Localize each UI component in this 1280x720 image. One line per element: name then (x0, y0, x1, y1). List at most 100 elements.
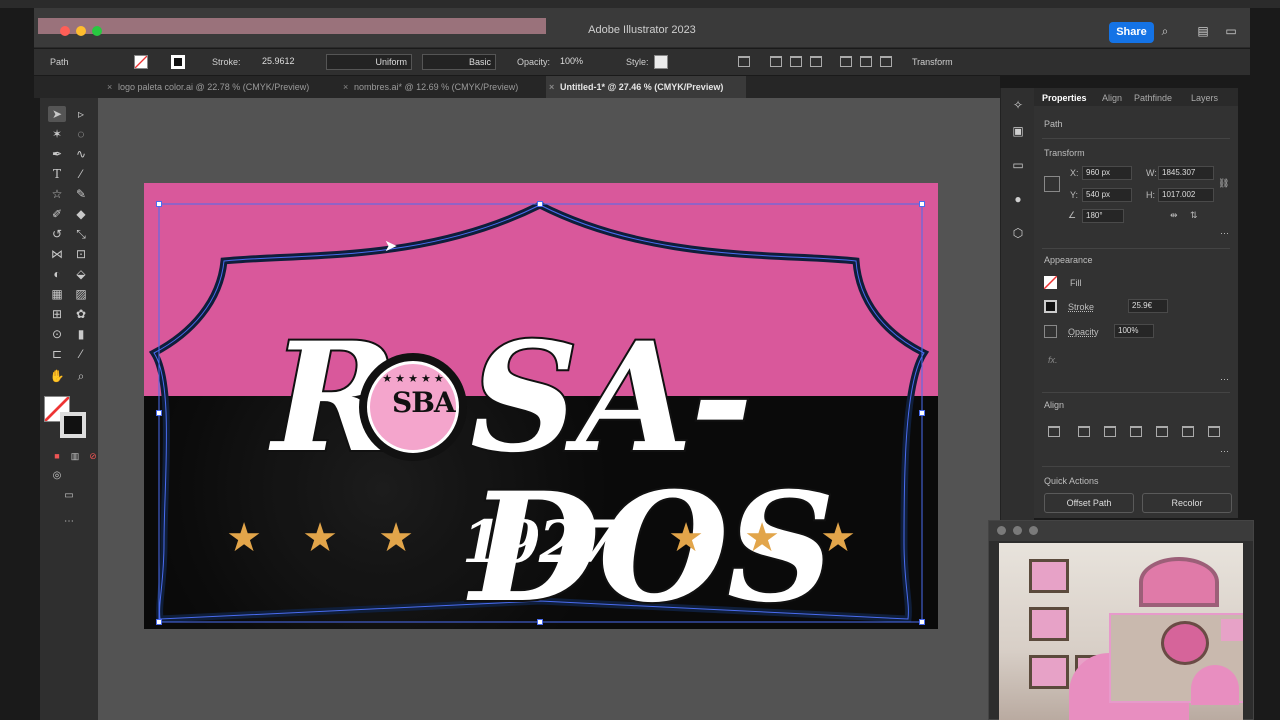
resize-handle[interactable] (919, 201, 925, 207)
tab-logo-paleta[interactable]: × logo paleta color.ai @ 22.78 % (CMYK/Pr… (104, 76, 338, 98)
brush-definition-select[interactable]: Basic (422, 54, 496, 70)
opacity-input[interactable]: 100% (1114, 324, 1154, 338)
color-mode-icon[interactable]: ■ (48, 448, 66, 464)
star-tool-icon[interactable]: ☆ (48, 186, 66, 202)
free-transform-tool-icon[interactable]: ⊡ (72, 246, 90, 262)
flip-horizontal-icon[interactable]: ⇹ (1170, 210, 1178, 221)
perspective-grid-tool-icon[interactable]: ▦ (48, 286, 66, 302)
align-center-icon[interactable] (790, 56, 802, 67)
resize-handle[interactable] (919, 619, 925, 625)
line-tool-icon[interactable]: ⁄ (72, 166, 90, 182)
appearance-fill-swatch[interactable] (1044, 276, 1057, 289)
search-icon[interactable]: ⌕ (1158, 24, 1172, 38)
variable-width-profile-select[interactable]: Uniform (326, 54, 412, 70)
stroke-weight-field[interactable]: 25.9612 (258, 54, 320, 70)
angle-field[interactable]: 180° (1082, 209, 1124, 223)
webcam-zoom-button[interactable] (1029, 526, 1038, 535)
tab-untitled-1[interactable]: × Untitled-1* @ 27.46 % (CMYK/Preview) (546, 76, 746, 98)
color-panel-icon[interactable]: ● (1011, 192, 1025, 206)
gradient-tool-icon[interactable]: ▨ (72, 286, 90, 302)
stroke-panel-link[interactable]: Stroke (1068, 302, 1094, 312)
artboard[interactable]: R ★ ★ ★ ★ ★ SBA SA-DOS ★ ★ ★ 1927 ★ ★ ★ (144, 183, 938, 629)
selection-tool-icon[interactable]: ➤ (48, 106, 66, 122)
share-button[interactable]: Share (1109, 22, 1154, 43)
tab-properties[interactable]: Properties (1042, 93, 1087, 103)
more-options-icon[interactable]: ⋯ (1220, 446, 1229, 457)
align-to-icon[interactable] (738, 56, 750, 67)
stroke-swatch[interactable] (171, 55, 185, 69)
graphic-style-swatch[interactable] (654, 55, 668, 69)
width-tool-icon[interactable]: ⋈ (48, 246, 66, 262)
scale-tool-icon[interactable]: ⤡ (72, 226, 90, 242)
stroke-weight-input[interactable]: 25.9€ (1128, 299, 1168, 313)
close-tab-icon[interactable]: × (107, 76, 112, 98)
align-right-icon[interactable] (810, 56, 822, 67)
eyedropper-tool-icon[interactable]: ⁄ (72, 346, 90, 362)
pen-tool-icon[interactable]: ✒ (48, 146, 66, 162)
close-tab-icon[interactable]: × (343, 76, 348, 98)
more-options-icon[interactable]: ⋯ (1220, 374, 1229, 385)
live-paint-tool-icon[interactable]: ⬙ (72, 266, 90, 282)
vertical-align-top-icon[interactable] (1156, 426, 1168, 437)
shaper-tool-icon[interactable]: ✐ (48, 206, 66, 222)
tab-pathfinder[interactable]: Pathfinde (1134, 93, 1172, 103)
tab-layers[interactable]: Layers (1191, 93, 1218, 103)
hand-tool-icon[interactable]: ✋ (48, 368, 66, 384)
opacity-field[interactable]: 100% (556, 54, 610, 70)
curvature-tool-icon[interactable]: ∿ (72, 146, 90, 162)
type-tool-icon[interactable]: T (48, 166, 66, 182)
resize-handle[interactable] (156, 410, 162, 416)
x-field[interactable]: 960 px (1082, 166, 1132, 180)
offset-path-button[interactable]: Offset Path (1044, 493, 1134, 513)
align-middle-icon[interactable] (860, 56, 872, 67)
mesh-tool-icon[interactable]: ⊞ (48, 306, 66, 322)
transform-button[interactable]: Transform (912, 57, 953, 67)
resize-handle[interactable] (156, 201, 162, 207)
vertical-align-center-icon[interactable] (1182, 426, 1194, 437)
properties-panel-icon[interactable]: ✧ (1011, 98, 1025, 112)
3d-panel-icon[interactable]: ⬡ (1011, 226, 1025, 240)
paintbrush-tool-icon[interactable]: ✎ (72, 186, 90, 202)
recolor-button[interactable]: Recolor (1142, 493, 1232, 513)
stroke-color-swatch[interactable] (60, 412, 86, 438)
eraser-tool-icon[interactable]: ◆ (72, 206, 90, 222)
screen-mode-icon[interactable]: ▭ (60, 488, 78, 504)
zoom-tool-icon[interactable]: ⌕ (72, 368, 90, 384)
resize-handle[interactable] (156, 619, 162, 625)
libraries-panel-icon[interactable]: ▣ (1011, 124, 1025, 138)
webcam-close-button[interactable] (997, 526, 1006, 535)
resize-handle[interactable] (537, 619, 543, 625)
gradient-mode-icon[interactable]: ▥ (66, 448, 84, 464)
shape-builder-tool-icon[interactable]: ◐ (48, 266, 66, 282)
align-top-icon[interactable] (840, 56, 852, 67)
align-bottom-icon[interactable] (880, 56, 892, 67)
horizontal-align-right-icon[interactable] (1130, 426, 1142, 437)
resize-handle[interactable] (919, 410, 925, 416)
rotate-tool-icon[interactable]: ↺ (48, 226, 66, 242)
edit-toolbar-icon[interactable]: ⋯ (60, 514, 78, 530)
flip-vertical-icon[interactable]: ⇅ (1190, 210, 1198, 221)
webcam-minimize-button[interactable] (1013, 526, 1022, 535)
tab-nombres[interactable]: × nombres.ai* @ 12.69 % (CMYK/Preview) (340, 76, 544, 98)
opacity-panel-link[interactable]: Opacity (1068, 327, 1099, 337)
lasso-tool-icon[interactable]: ◌ (72, 126, 90, 142)
align-to-icon[interactable] (1048, 426, 1060, 437)
appearance-stroke-swatch[interactable] (1044, 300, 1057, 313)
align-left-icon[interactable] (770, 56, 782, 67)
y-field[interactable]: 540 px (1082, 188, 1132, 202)
resize-handle[interactable] (537, 201, 543, 207)
direct-selection-tool-icon[interactable]: ▹ (72, 106, 90, 122)
effects-button[interactable]: fx. (1048, 355, 1058, 365)
constrain-proportions-icon[interactable]: ⛓ (1218, 178, 1229, 189)
reference-point-icon[interactable] (1044, 176, 1060, 192)
blend-tool-icon[interactable]: ⊙ (48, 326, 66, 342)
arrange-documents-icon[interactable]: ▤ (1196, 24, 1210, 38)
close-tab-icon[interactable]: × (549, 76, 554, 98)
more-options-icon[interactable]: ⋯ (1220, 228, 1229, 239)
horizontal-align-left-icon[interactable] (1078, 426, 1090, 437)
vertical-align-bottom-icon[interactable] (1208, 426, 1220, 437)
w-field[interactable]: 1845.307 (1158, 166, 1214, 180)
artboard-tool-icon[interactable]: ⊏ (48, 346, 66, 362)
layers-panel-icon[interactable]: ▭ (1011, 158, 1025, 172)
horizontal-align-center-icon[interactable] (1104, 426, 1116, 437)
